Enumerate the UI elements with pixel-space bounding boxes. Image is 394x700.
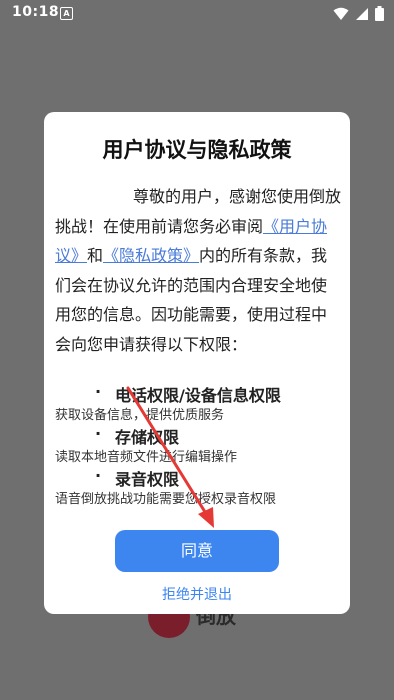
permission-record-title: 录音权限 [115, 470, 180, 489]
wifi-icon [333, 7, 349, 20]
agree-button[interactable]: 同意 [115, 530, 279, 572]
status-bar: 10:18 A [0, 0, 394, 28]
privacy-policy-link[interactable]: 《隐私政策》 [103, 246, 199, 265]
status-icons [333, 6, 384, 21]
permission-title: · 存储权限 [55, 424, 345, 447]
permission-list: · 电话权限/设备信息权限 获取设备信息，提供优质服务 · 存储权限 读取本地音… [55, 382, 345, 508]
reject-and-exit-link[interactable]: 拒绝并退出 [44, 584, 350, 604]
privacy-dialog: 用户协议与隐私政策 尊敬的用户，感谢您使用倒放挑战！在使用前请您务必审阅《用户协… [44, 112, 350, 614]
bullet: · [95, 466, 102, 485]
notification-a-icon: A [60, 7, 73, 20]
status-time: 10:18 [12, 4, 60, 20]
permission-record-desc: 语音倒放挑战功能需要您授权录音权限 [55, 492, 277, 507]
permission-phone-desc: 获取设备信息，提供优质服务 [55, 408, 225, 423]
bullet: · [95, 424, 102, 443]
and-text: 和 [87, 246, 104, 265]
permission-phone-title: 电话权限/设备信息权限 [115, 386, 281, 405]
bullet: · [95, 382, 102, 401]
permission-title: · 电话权限/设备信息权限 [55, 382, 345, 405]
permission-storage-title: 存储权限 [115, 428, 180, 447]
battery-icon [375, 6, 384, 21]
signal-icon [356, 7, 368, 20]
permission-storage-desc: 读取本地音频文件进行编辑操作 [55, 450, 238, 465]
dialog-intro-paragraph: 尊敬的用户，感谢您使用倒放挑战！在使用前请您务必审阅《用户协议》和《隐私政策》内… [55, 182, 341, 359]
dialog-title: 用户协议与隐私政策 [102, 138, 292, 162]
dialog-body: 尊敬的用户，感谢您使用倒放挑战！在使用前请您务必审阅《用户协议》和《隐私政策》内… [55, 182, 341, 359]
permission-title: · 录音权限 [55, 466, 345, 489]
